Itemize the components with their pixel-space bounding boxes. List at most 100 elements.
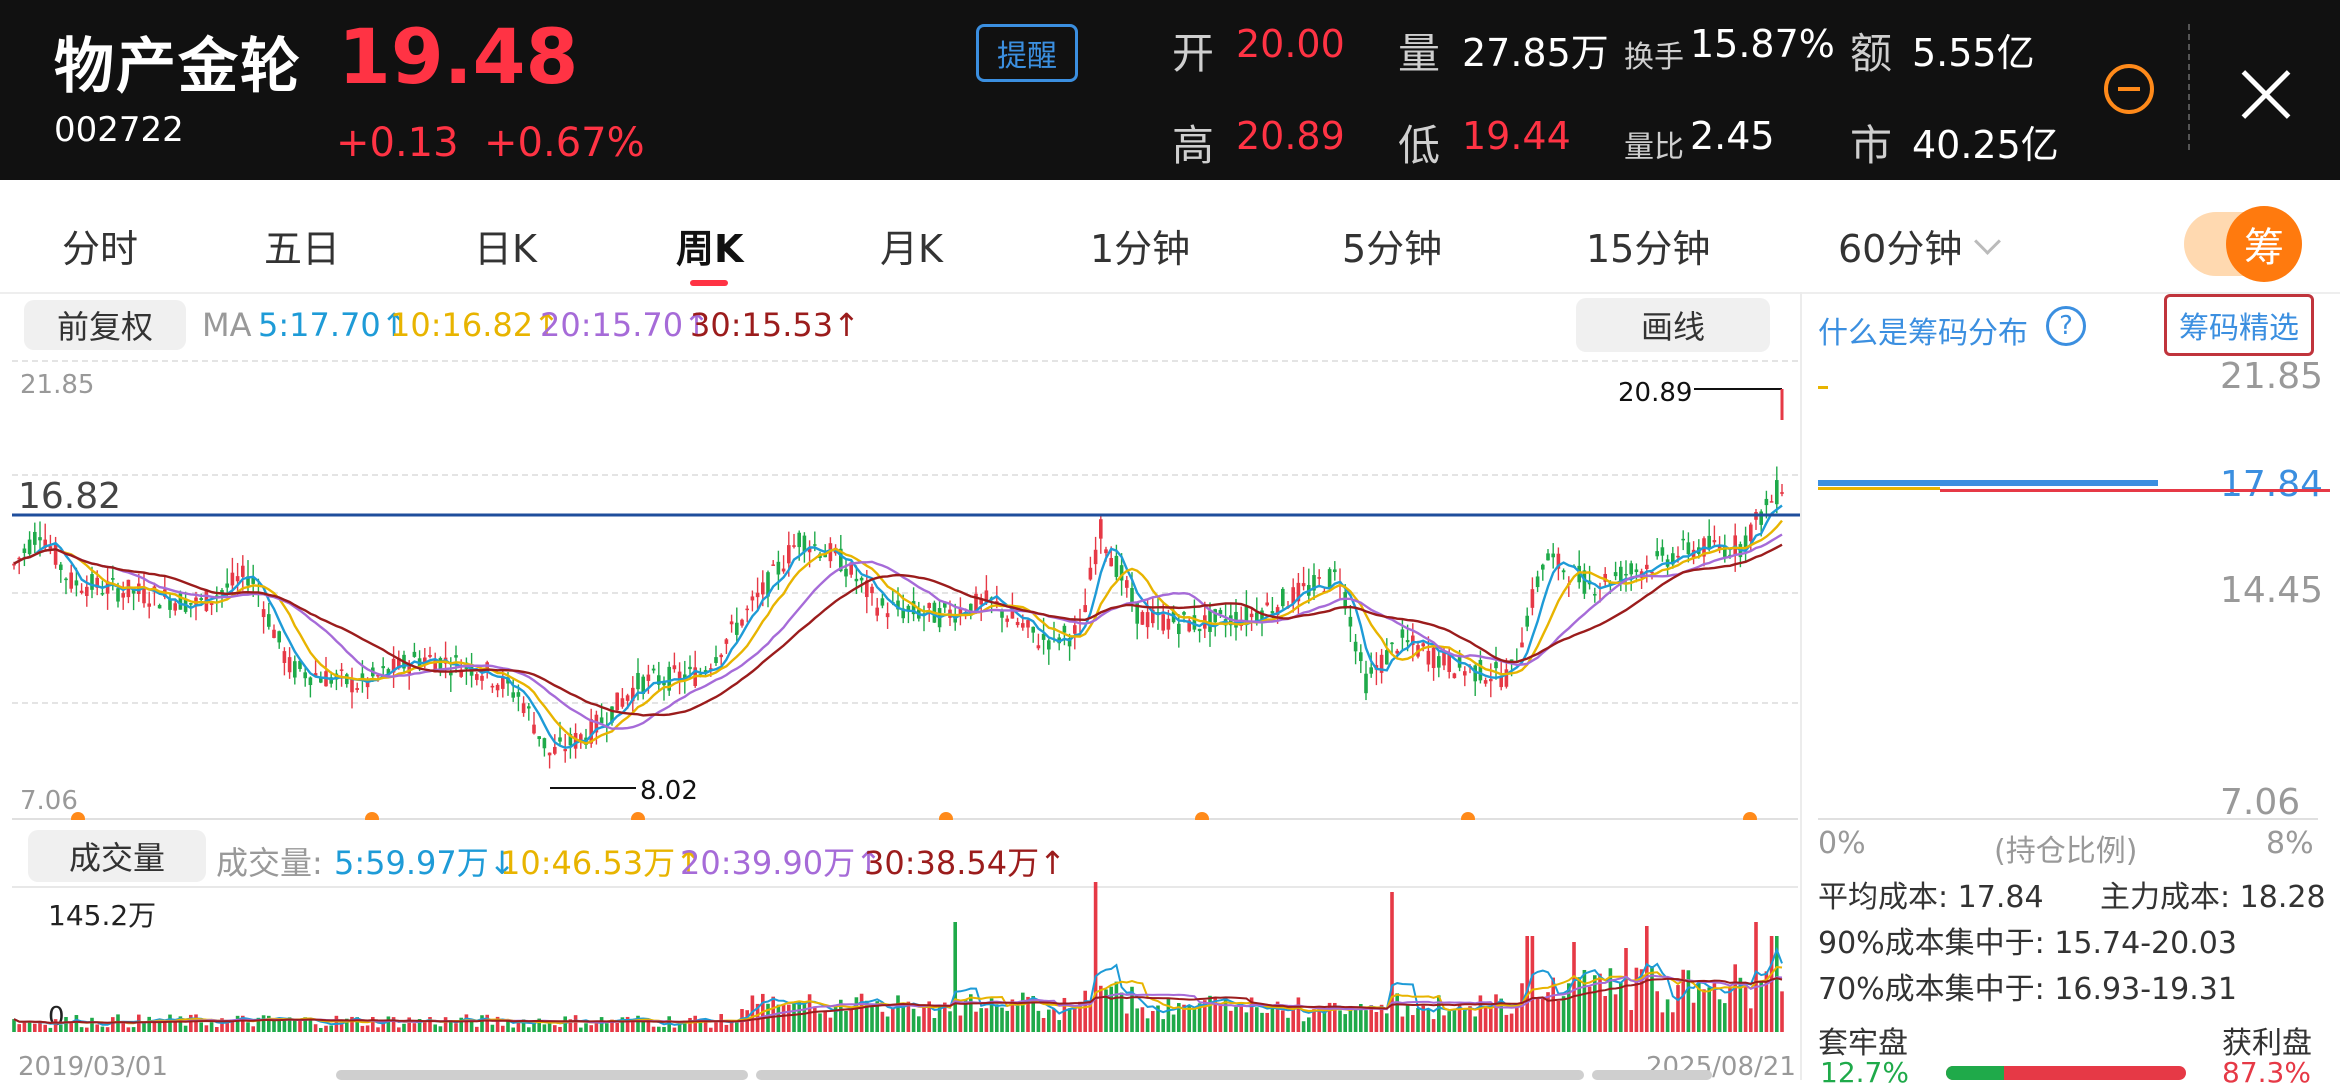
volume-bar xyxy=(969,994,973,1032)
candle xyxy=(844,568,848,577)
volume-bar xyxy=(527,1027,531,1032)
ma-lines xyxy=(13,504,1783,749)
volume-chart[interactable] xyxy=(0,880,1800,1040)
volume-bar xyxy=(579,1027,583,1032)
volume-bar xyxy=(859,993,864,1032)
volume-bar xyxy=(69,1023,73,1032)
candle xyxy=(1431,647,1436,669)
candle xyxy=(1551,553,1555,558)
candle xyxy=(1525,615,1529,627)
candle xyxy=(880,598,885,606)
volume-bar xyxy=(111,1017,115,1032)
volume-bar xyxy=(1452,1009,1457,1032)
range-scrollbar-right[interactable] xyxy=(1592,1070,1712,1080)
event-dot[interactable] xyxy=(71,812,85,820)
volume-bar xyxy=(1229,1010,1233,1032)
candle xyxy=(870,586,874,594)
volume-bar xyxy=(1743,985,1748,1032)
chip-select-button[interactable]: 筹码精选 xyxy=(2164,294,2314,356)
candle xyxy=(428,654,432,657)
max-price-label: 20.89 xyxy=(1618,378,1693,408)
volume-bar xyxy=(1364,1010,1368,1032)
candle xyxy=(116,588,120,602)
candle xyxy=(1281,588,1285,607)
candle xyxy=(521,703,526,714)
tab-60min[interactable]: 60分钟 xyxy=(1838,218,1962,273)
volume-bar xyxy=(1629,1010,1633,1032)
chip-bar-yellow xyxy=(1818,487,1940,490)
candle xyxy=(412,651,417,657)
range-scrollbar-left[interactable] xyxy=(336,1070,748,1080)
close-icon[interactable] xyxy=(2238,66,2294,122)
volume-bar xyxy=(1400,1016,1405,1032)
chip-toggle-knob[interactable]: 筹 xyxy=(2226,206,2302,282)
event-dot[interactable] xyxy=(1743,812,1757,820)
volume-bar xyxy=(1161,1019,1165,1032)
candle xyxy=(532,724,536,734)
volume-bar xyxy=(573,1015,578,1032)
volume-bar xyxy=(1099,985,1103,1032)
candle xyxy=(157,605,162,609)
volume-bar xyxy=(251,1026,255,1032)
candle xyxy=(293,661,297,678)
volume-bar xyxy=(1073,1006,1077,1032)
what-is-chip-link[interactable]: 什么是筹码分布 xyxy=(1818,308,2028,352)
candle xyxy=(558,737,562,742)
candle xyxy=(339,669,344,671)
volume-bar xyxy=(1691,1002,1696,1032)
volume-bar xyxy=(1582,969,1587,1032)
candle xyxy=(511,692,515,698)
volume-bar xyxy=(1603,995,1607,1032)
volume-bar xyxy=(48,1027,53,1032)
candle xyxy=(173,603,177,611)
event-dot[interactable] xyxy=(1195,812,1209,820)
kline-chart[interactable] xyxy=(0,0,1800,820)
volume-bar xyxy=(152,1022,157,1032)
candle xyxy=(267,614,271,627)
main-cost: 主力成本: 18.28 xyxy=(2100,880,2326,915)
volume-bar xyxy=(1619,982,1623,1032)
candle xyxy=(651,668,656,671)
volume-bar xyxy=(1463,1009,1467,1032)
volume-bar xyxy=(1255,1007,1259,1032)
event-dot[interactable] xyxy=(365,812,379,820)
chevron-down-icon[interactable] xyxy=(1974,228,2001,255)
volume-bar xyxy=(641,1021,645,1032)
volume-bar xyxy=(22,1021,27,1032)
volume-bar xyxy=(958,1015,963,1032)
candle xyxy=(1166,618,1171,630)
candle xyxy=(1021,623,1025,628)
volume-bar xyxy=(131,1027,136,1032)
candle xyxy=(27,539,32,555)
profit-ratio-bar xyxy=(1946,1066,2186,1080)
volume-bar xyxy=(1556,1000,1561,1032)
candle xyxy=(1405,640,1410,643)
volume-bar xyxy=(1145,1018,1150,1032)
volume-bar xyxy=(553,1025,557,1032)
candle xyxy=(1385,650,1389,665)
chip-avg-line xyxy=(1940,489,2330,492)
volume-bar xyxy=(662,1026,666,1032)
volume-bar xyxy=(854,997,859,1032)
candle xyxy=(1541,564,1545,570)
volume-bar xyxy=(1109,986,1113,1032)
candle xyxy=(79,590,84,593)
volume-bar xyxy=(1395,993,1399,1032)
candle xyxy=(1624,573,1628,576)
volume-bar xyxy=(1468,1006,1472,1032)
volume-bar xyxy=(1151,1011,1155,1032)
help-icon[interactable]: ? xyxy=(2046,306,2086,346)
event-dot[interactable] xyxy=(631,812,645,820)
candle xyxy=(1780,492,1784,494)
candle xyxy=(1125,580,1129,588)
minus-circle-icon[interactable] xyxy=(2104,64,2154,114)
volume-bar xyxy=(1561,996,1566,1032)
volume-bar xyxy=(1114,981,1119,1032)
range-scrollbar-mid[interactable] xyxy=(756,1070,1584,1080)
event-dot[interactable] xyxy=(1461,812,1475,820)
volume-bar xyxy=(1047,1009,1051,1032)
candle xyxy=(1265,602,1269,606)
event-dot[interactable] xyxy=(939,812,953,820)
volume-button[interactable]: 成交量 xyxy=(28,830,206,882)
volume-bar xyxy=(1296,997,1301,1032)
